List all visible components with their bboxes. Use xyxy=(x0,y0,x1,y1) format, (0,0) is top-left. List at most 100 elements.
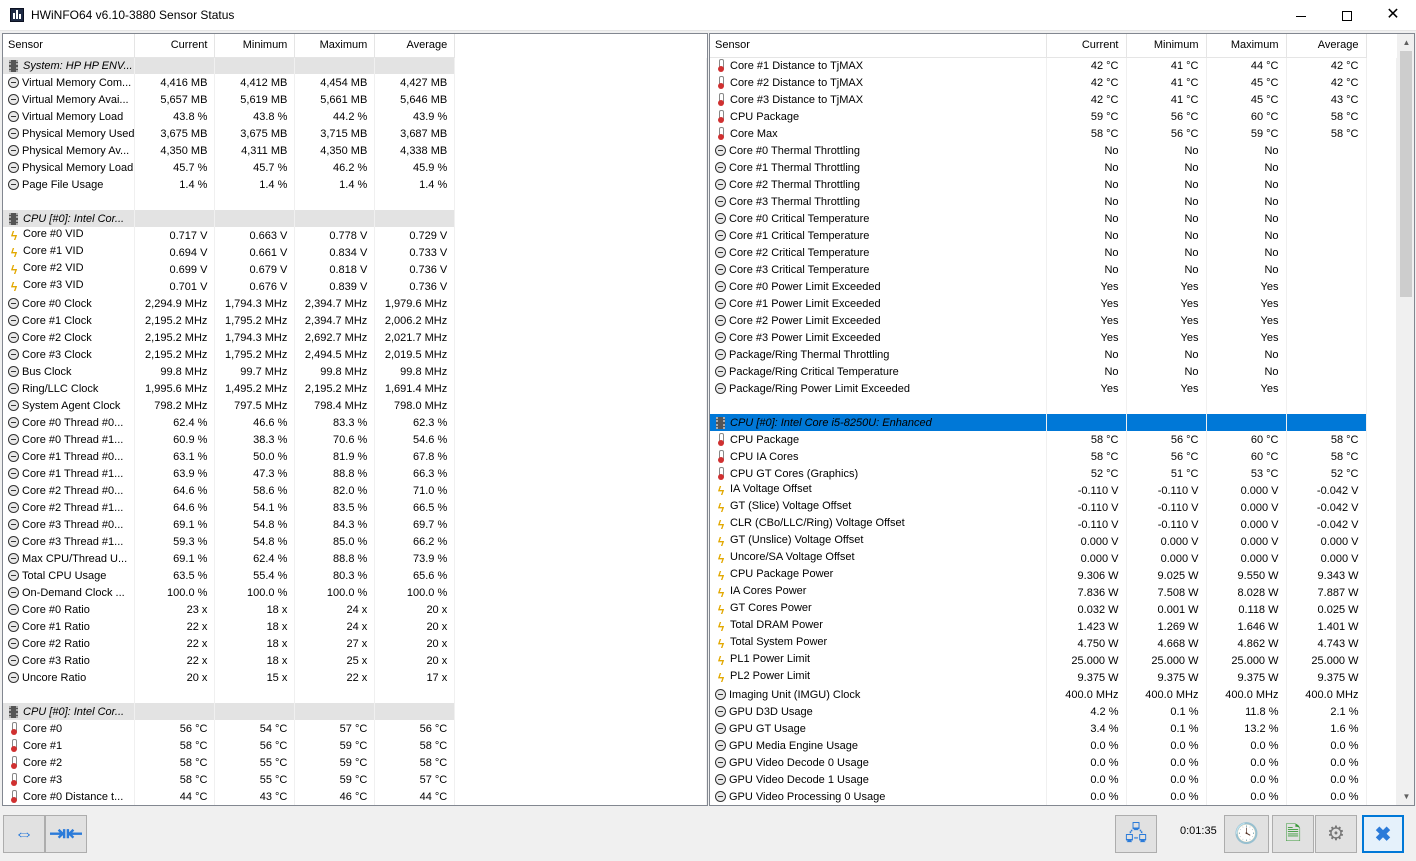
settings-button[interactable]: ⚙ xyxy=(1315,815,1357,853)
sensor-group-row[interactable]: CPU [#0]: Intel Core i5-8250U: Enhanced xyxy=(710,414,1397,431)
sensor-row[interactable]: Core #3 Critical Temperature No No No xyxy=(710,261,1397,278)
sensor-row[interactable]: Core #0 Critical Temperature No No No xyxy=(710,210,1397,227)
sensor-row[interactable]: Core #3 Power Limit Exceeded Yes Yes Yes xyxy=(710,329,1397,346)
maximize-button[interactable] xyxy=(1324,0,1370,31)
sensor-row[interactable]: Core #0 56 °C 54 °C 57 °C 56 °C xyxy=(3,720,707,737)
hwinfo-app-icon[interactable] xyxy=(10,8,24,22)
sensor-row[interactable]: Core #2 Critical Temperature No No No xyxy=(710,244,1397,261)
sensor-row[interactable]: Core #2 58 °C 55 °C 59 °C 58 °C xyxy=(3,754,707,771)
close-window-button[interactable]: ✕ xyxy=(1370,0,1416,31)
sensor-row[interactable]: CPU Package 58 °C 56 °C 60 °C 58 °C xyxy=(710,431,1397,448)
sensor-row[interactable]: ϟ GT (Slice) Voltage Offset -0.110 V -0.110… xyxy=(710,499,1397,516)
column-header-average[interactable]: Average xyxy=(374,34,456,58)
sensor-pane-right[interactable]: Sensor Current Minimum Maximum Average C… xyxy=(709,33,1415,806)
sensor-row[interactable]: ϟ Core #3 VID 0.701 V 0.676 V 0.839 V 0.736 V xyxy=(3,278,707,295)
close-sensors-button[interactable]: ✖ xyxy=(1362,815,1404,853)
network-button[interactable]: 🖧 xyxy=(1115,815,1157,853)
scroll-thumb[interactable] xyxy=(1400,51,1412,297)
sensor-row[interactable]: Core #2 Thermal Throttling No No No xyxy=(710,176,1397,193)
sensor-row[interactable]: Core #3 Thread #0... 69.1 % 54.8 % 84.3 % 69… xyxy=(3,516,707,533)
sensor-row[interactable]: ϟ PL1 Power Limit 25.000 W 25.000 W 25.000 W… xyxy=(710,652,1397,669)
reset-layout-button[interactable]: ⇥⇤ xyxy=(45,815,87,853)
sensor-row[interactable]: Imaging Unit (IMGU) Clock 400.0 MHz 400.0 … xyxy=(710,686,1397,703)
sensor-row[interactable]: Core #0 Clock 2,294.9 MHz 1,794.3 MHz 2,394… xyxy=(3,295,707,312)
sensor-row[interactable]: ϟ IA Voltage Offset -0.110 V -0.110 V 0.000 … xyxy=(710,482,1397,499)
sensor-group-row[interactable]: CPU [#0]: Intel Cor... xyxy=(3,703,707,720)
sensor-row[interactable]: Core #0 Distance t... 44 °C 43 °C 46 °C 44 °… xyxy=(3,788,707,805)
sensor-group-row[interactable]: CPU [#0]: Intel Cor... xyxy=(3,210,707,227)
sensor-row[interactable]: Max CPU/Thread U... 69.1 % 62.4 % 88.8 % 73.… xyxy=(3,550,707,567)
minimize-button[interactable] xyxy=(1278,0,1324,31)
sensor-row[interactable]: Core #1 58 °C 56 °C 59 °C 58 °C xyxy=(3,737,707,754)
sensor-row[interactable]: Core #2 Ratio 22 x 18 x 27 x 20 x xyxy=(3,635,707,652)
sensor-row[interactable]: Core #2 Clock 2,195.2 MHz 1,794.3 MHz 2,692… xyxy=(3,329,707,346)
sensor-row[interactable]: Virtual Memory Com... 4,416 MB 4,412 MB 4,4… xyxy=(3,74,707,91)
sensor-row[interactable]: Package/Ring Thermal Throttling No No No xyxy=(710,346,1397,363)
sensor-row[interactable]: ϟ CLR (CBo/LLC/Ring) Voltage Offset -0.110… xyxy=(710,516,1397,533)
sensor-row[interactable]: Package/Ring Critical Temperature No No No xyxy=(710,363,1397,380)
reset-timer-button[interactable]: 🕓 xyxy=(1224,815,1269,853)
sensor-row[interactable]: ϟ Core #0 VID 0.717 V 0.663 V 0.778 V 0.729 V xyxy=(3,227,707,244)
sensor-row[interactable]: Core Max 58 °C 56 °C 59 °C 58 °C xyxy=(710,125,1397,142)
sensor-row[interactable]: Page File Usage 1.4 % 1.4 % 1.4 % 1.4 % xyxy=(3,176,707,193)
sensor-row[interactable]: GPU Video Processing 0 Usage 0.0 % 0.0 % 0.… xyxy=(710,788,1397,805)
sensor-row[interactable]: ϟ Core #1 VID 0.694 V 0.661 V 0.834 V 0.733 V xyxy=(3,244,707,261)
sensor-row[interactable]: ϟ CPU Package Power 9.306 W 9.025 W 9.550 W9… xyxy=(710,567,1397,584)
sensor-row[interactable]: Core #3 58 °C 55 °C 59 °C 57 °C xyxy=(3,771,707,788)
sensor-row[interactable]: Core #1 Clock 2,195.2 MHz 1,795.2 MHz 2,394… xyxy=(3,312,707,329)
column-header-sensor[interactable]: Sensor xyxy=(710,34,1047,58)
column-header-maximum[interactable]: Maximum xyxy=(1206,34,1287,58)
sensor-row[interactable]: Core #3 Distance to TjMAX 42 °C 41 °C 45 °C… xyxy=(710,91,1397,108)
scroll-up-arrow-icon[interactable]: ▲ xyxy=(1398,34,1414,51)
sensor-row[interactable]: Core #2 Distance to TjMAX 42 °C 41 °C 45 °C… xyxy=(710,74,1397,91)
column-header-minimum[interactable]: Minimum xyxy=(214,34,296,58)
sensor-row[interactable]: Core #1 Thermal Throttling No No No xyxy=(710,159,1397,176)
vertical-scrollbar[interactable]: ▲ ▼ xyxy=(1397,34,1414,805)
sensor-row[interactable]: GPU Media Engine Usage 0.0 % 0.0 % 0.0 % 0.0… xyxy=(710,737,1397,754)
sensor-row[interactable]: Core #1 Thread #1... 63.9 % 47.3 % 88.8 % 66… xyxy=(3,465,707,482)
sensor-row[interactable]: Ring/LLC Clock 1,995.6 MHz 1,495.2 MHz 2,19… xyxy=(3,380,707,397)
sensor-row[interactable]: Core #3 Ratio 22 x 18 x 25 x 20 x xyxy=(3,652,707,669)
column-header-average[interactable]: Average xyxy=(1286,34,1367,58)
sensor-row[interactable]: Physical Memory Load 45.7 % 45.7 % 46.2 % 45… xyxy=(3,159,707,176)
sensor-row[interactable]: Core #1 Ratio 22 x 18 x 24 x 20 x xyxy=(3,618,707,635)
sensor-row[interactable]: Virtual Memory Avai... 5,657 MB 5,619 MB 5,… xyxy=(3,91,707,108)
sensor-row[interactable]: ϟ Uncore/SA Voltage Offset 0.000 V 0.000 V0… xyxy=(710,550,1397,567)
sensor-row[interactable]: Core #1 Distance to TjMAX 42 °C 41 °C 44 °C… xyxy=(710,57,1397,74)
sensor-row[interactable]: Core #0 Power Limit Exceeded Yes Yes Yes xyxy=(710,278,1397,295)
sensor-row[interactable]: Core #3 Thread #1... 59.3 % 54.8 % 85.0 % 66… xyxy=(3,533,707,550)
scroll-down-arrow-icon[interactable]: ▼ xyxy=(1398,788,1414,805)
sensor-row[interactable]: Package/Ring Power Limit Exceeded Yes Yes Y… xyxy=(710,380,1397,397)
column-header-sensor[interactable]: Sensor xyxy=(3,34,136,58)
sensor-row[interactable]: ϟ GT Cores Power 0.032 W 0.001 W 0.118 W 0.02… xyxy=(710,601,1397,618)
sensor-row[interactable]: Core #2 Thread #1... 64.6 % 54.1 % 83.5 % 66… xyxy=(3,499,707,516)
sensor-row[interactable]: CPU IA Cores 58 °C 56 °C 60 °C 58 °C xyxy=(710,448,1397,465)
column-header-maximum[interactable]: Maximum xyxy=(294,34,376,58)
sensor-row[interactable]: Core #3 Clock 2,195.2 MHz 1,795.2 MHz 2,494… xyxy=(3,346,707,363)
sensor-pane-left[interactable]: Sensor Current Minimum Maximum Average S… xyxy=(2,33,708,806)
sensor-row[interactable]: Core #2 Thread #0... 64.6 % 58.6 % 82.0 % 71… xyxy=(3,482,707,499)
sensor-row[interactable]: Core #1 Power Limit Exceeded Yes Yes Yes xyxy=(710,295,1397,312)
sensor-row[interactable]: Uncore Ratio 20 x 15 x 22 x 17 x xyxy=(3,669,707,686)
sensor-row[interactable]: Core #3 Thermal Throttling No No No xyxy=(710,193,1397,210)
column-header-minimum[interactable]: Minimum xyxy=(1126,34,1207,58)
sensor-row[interactable]: Core #0 Thread #0... 62.4 % 46.6 % 83.3 % 62… xyxy=(3,414,707,431)
sensor-row[interactable]: ϟ Total System Power 4.750 W 4.668 W 4.862 W… xyxy=(710,635,1397,652)
sensor-row[interactable]: ϟ IA Cores Power 7.836 W 7.508 W 8.028 W 7.88… xyxy=(710,584,1397,601)
column-header-current[interactable]: Current xyxy=(1046,34,1127,58)
expand-collapse-button[interactable]: ⇔ xyxy=(3,815,45,853)
sensor-row[interactable]: Core #1 Critical Temperature No No No xyxy=(710,227,1397,244)
sensor-row[interactable]: Virtual Memory Load 43.8 % 43.8 % 44.2 % 43.… xyxy=(3,108,707,125)
sensor-row[interactable]: CPU GT Cores (Graphics) 52 °C 51 °C 53 °C 52… xyxy=(710,465,1397,482)
sensor-row[interactable]: Total CPU Usage 63.5 % 55.4 % 80.3 % 65.6 % xyxy=(3,567,707,584)
sensor-row[interactable]: Physical Memory Used 3,675 MB 3,675 MB 3,71… xyxy=(3,125,707,142)
sensor-row[interactable]: Core #1 Thread #0... 63.1 % 50.0 % 81.9 % 67… xyxy=(3,448,707,465)
sensor-row[interactable]: ϟ GT (Unslice) Voltage Offset 0.000 V 0.000… xyxy=(710,533,1397,550)
sensor-row[interactable]: Physical Memory Av... 4,350 MB 4,311 MB 4,3… xyxy=(3,142,707,159)
sensor-row[interactable]: System Agent Clock 798.2 MHz 797.5 MHz 798.… xyxy=(3,397,707,414)
logging-button[interactable]: 🗎 xyxy=(1272,815,1314,853)
sensor-row[interactable]: Core #2 Power Limit Exceeded Yes Yes Yes xyxy=(710,312,1397,329)
sensor-row[interactable]: Core #0 Thread #1... 60.9 % 38.3 % 70.6 % 54… xyxy=(3,431,707,448)
sensor-row[interactable]: On-Demand Clock ... 100.0 % 100.0 % 100.0 %… xyxy=(3,584,707,601)
column-header-current[interactable]: Current xyxy=(134,34,216,58)
